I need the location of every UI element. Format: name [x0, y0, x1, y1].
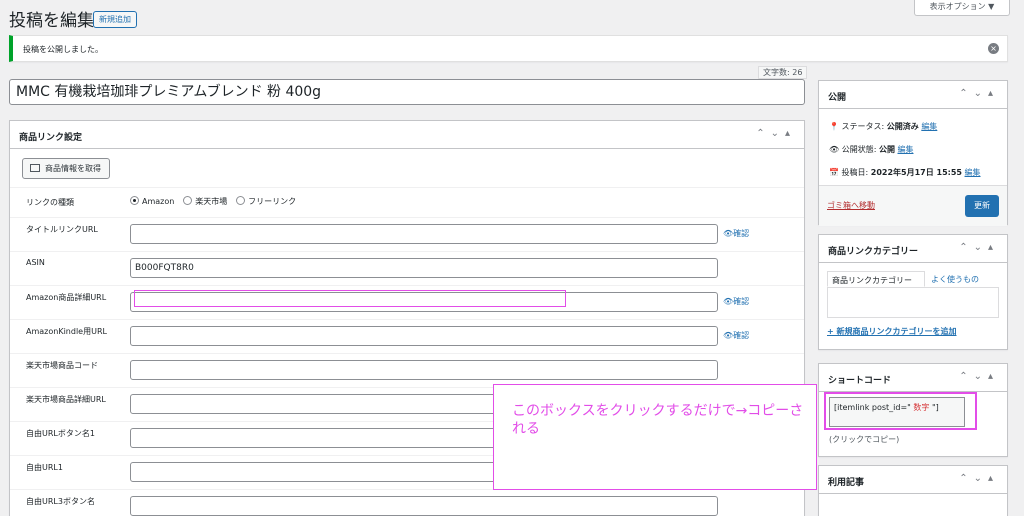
table-row: タイトルリンクURL 👁確認: [10, 217, 804, 251]
field-label: Amazon商品詳細URL: [26, 293, 107, 302]
metabox-header: 商品リンクカテゴリー ⌃⌄▴: [819, 235, 1007, 263]
field-label: タイトルリンクURL: [26, 225, 98, 234]
edit-status-link[interactable]: 編集: [921, 122, 937, 131]
fetch-product-button[interactable]: 商品情報を取得: [22, 158, 110, 179]
copy-hint: (クリックでコピー): [829, 435, 900, 444]
category-metabox: 商品リンクカテゴリー ⌃⌄▴ 商品リンクカテゴリー よく使うもの + 新規商品リ…: [818, 234, 1008, 350]
metabox-controls[interactable]: ⌃⌄▴: [959, 242, 999, 253]
trash-link[interactable]: ゴミ箱へ移動: [827, 200, 875, 211]
kindle-url-input[interactable]: [130, 326, 718, 346]
metabox-controls[interactable]: ⌃⌄▴: [756, 128, 796, 139]
field-label: 自由URL1: [26, 463, 63, 472]
metabox-controls[interactable]: ⌃⌄▴: [959, 473, 999, 484]
metabox-title: ショートコード: [828, 376, 892, 386]
visibility-line: 👁 公開状態: 公開 編集: [829, 145, 914, 154]
table-row: ASIN B000FQT8R0: [10, 251, 804, 285]
export-icon: [30, 164, 40, 172]
field-label: ASIN: [26, 258, 45, 267]
title-link-url-input[interactable]: [130, 224, 718, 244]
eye-icon: 👁: [829, 145, 840, 154]
field-label: 楽天市場商品詳細URL: [26, 395, 106, 404]
confirm-link[interactable]: 👁確認: [723, 330, 749, 341]
radio-icon: [183, 196, 193, 205]
usage-metabox: 利用記事 ⌃⌄▴: [818, 465, 1008, 516]
metabox-title: 公開: [828, 93, 847, 103]
annotation-callout: このボックスをクリックするだけで→コピーされる: [493, 384, 817, 490]
edit-date-link[interactable]: 編集: [965, 168, 981, 177]
metabox-title: 商品リンク設定: [19, 133, 83, 143]
amazon-url-highlight: [134, 290, 566, 307]
asin-input[interactable]: B000FQT8R0: [130, 258, 718, 278]
rakuten-code-input[interactable]: [130, 360, 718, 380]
metabox-header: 商品リンク設定 ⌃⌄▴: [10, 121, 804, 149]
table-row: 楽天市場商品コード: [10, 353, 804, 387]
calendar-icon: 📅: [829, 168, 839, 177]
pin-icon: 📍: [829, 122, 839, 131]
date-line: 📅 投稿日: 2022年5月17日 15:55 編集: [829, 168, 981, 177]
edit-visibility-link[interactable]: 編集: [898, 145, 914, 154]
radio-rakuten[interactable]: 楽天市場: [183, 196, 227, 206]
metabox-title: 利用記事: [828, 478, 865, 488]
table-row: 自由URL3ボタン名: [10, 489, 804, 516]
link-type-row: リンクの種類 Amazon 楽天市場 フリーリンク: [10, 187, 804, 217]
link-type-options: Amazon 楽天市場 フリーリンク: [130, 196, 302, 207]
free-url3-button-input[interactable]: [130, 496, 718, 516]
char-count: 文字数: 26: [758, 66, 808, 79]
shortcode-metabox: ショートコード ⌃⌄▴ [itemlink post_id=" 数字 "] (ク…: [818, 363, 1008, 457]
screen-options-button[interactable]: 表示オプション ▼: [914, 0, 1010, 16]
confirm-link[interactable]: 👁確認: [723, 228, 749, 239]
annotation-text: このボックスをクリックするだけで→コピーされる: [512, 403, 804, 437]
publish-metabox: 公開 ⌃⌄▴ 📍 ステータス: 公開済み 編集 👁 公開状態: 公開 編集 📅 …: [818, 80, 1008, 226]
shortcode-copy-box[interactable]: [itemlink post_id=" 数字 "]: [829, 397, 965, 427]
notice-text: 投稿を公開しました。: [23, 45, 103, 54]
metabox-header: 公開 ⌃⌄▴: [819, 81, 1007, 109]
radio-free-link[interactable]: フリーリンク: [236, 196, 296, 206]
field-label: 自由URL3ボタン名: [26, 497, 95, 506]
confirm-link[interactable]: 👁確認: [723, 296, 749, 307]
status-line: 📍 ステータス: 公開済み 編集: [829, 122, 938, 131]
metabox-title: 商品リンクカテゴリー: [828, 247, 919, 257]
post-title-input[interactable]: MMC 有機栽培珈琲プレミアムブレンド 粉 400g: [9, 79, 805, 105]
shortcode-highlight: [itemlink post_id=" 数字 "]: [824, 392, 977, 430]
update-button[interactable]: 更新: [965, 195, 999, 217]
field-label: AmazonKindle用URL: [26, 327, 107, 336]
publish-footer: ゴミ箱へ移動 更新: [819, 185, 1007, 226]
success-notice: 投稿を公開しました。 ×: [9, 35, 1008, 62]
table-row: AmazonKindle用URL 👁確認: [10, 319, 804, 353]
radio-icon: [236, 196, 246, 205]
tab-all-categories[interactable]: 商品リンクカテゴリー: [827, 271, 925, 287]
field-label: 自由URLボタン名1: [26, 429, 95, 438]
dismiss-icon[interactable]: ×: [988, 43, 999, 54]
radio-amazon[interactable]: Amazon: [130, 196, 174, 206]
metabox-controls[interactable]: ⌃⌄▴: [959, 88, 999, 99]
page-title: 投稿を編集: [9, 11, 94, 31]
metabox-controls[interactable]: ⌃⌄▴: [959, 371, 999, 382]
add-category-link[interactable]: + 新規商品リンクカテゴリーを追加: [827, 326, 957, 337]
category-panel: [827, 287, 999, 318]
metabox-header: ショートコード ⌃⌄▴: [819, 364, 1007, 392]
metabox-header: 利用記事 ⌃⌄▴: [819, 466, 1007, 494]
link-type-label: リンクの種類: [26, 198, 74, 207]
add-new-button[interactable]: 新規追加: [93, 11, 137, 28]
fetch-button-label: 商品情報を取得: [45, 164, 101, 173]
tab-popular[interactable]: よく使うもの: [931, 274, 979, 285]
field-label: 楽天市場商品コード: [26, 361, 98, 370]
radio-selected-icon: [130, 196, 139, 205]
